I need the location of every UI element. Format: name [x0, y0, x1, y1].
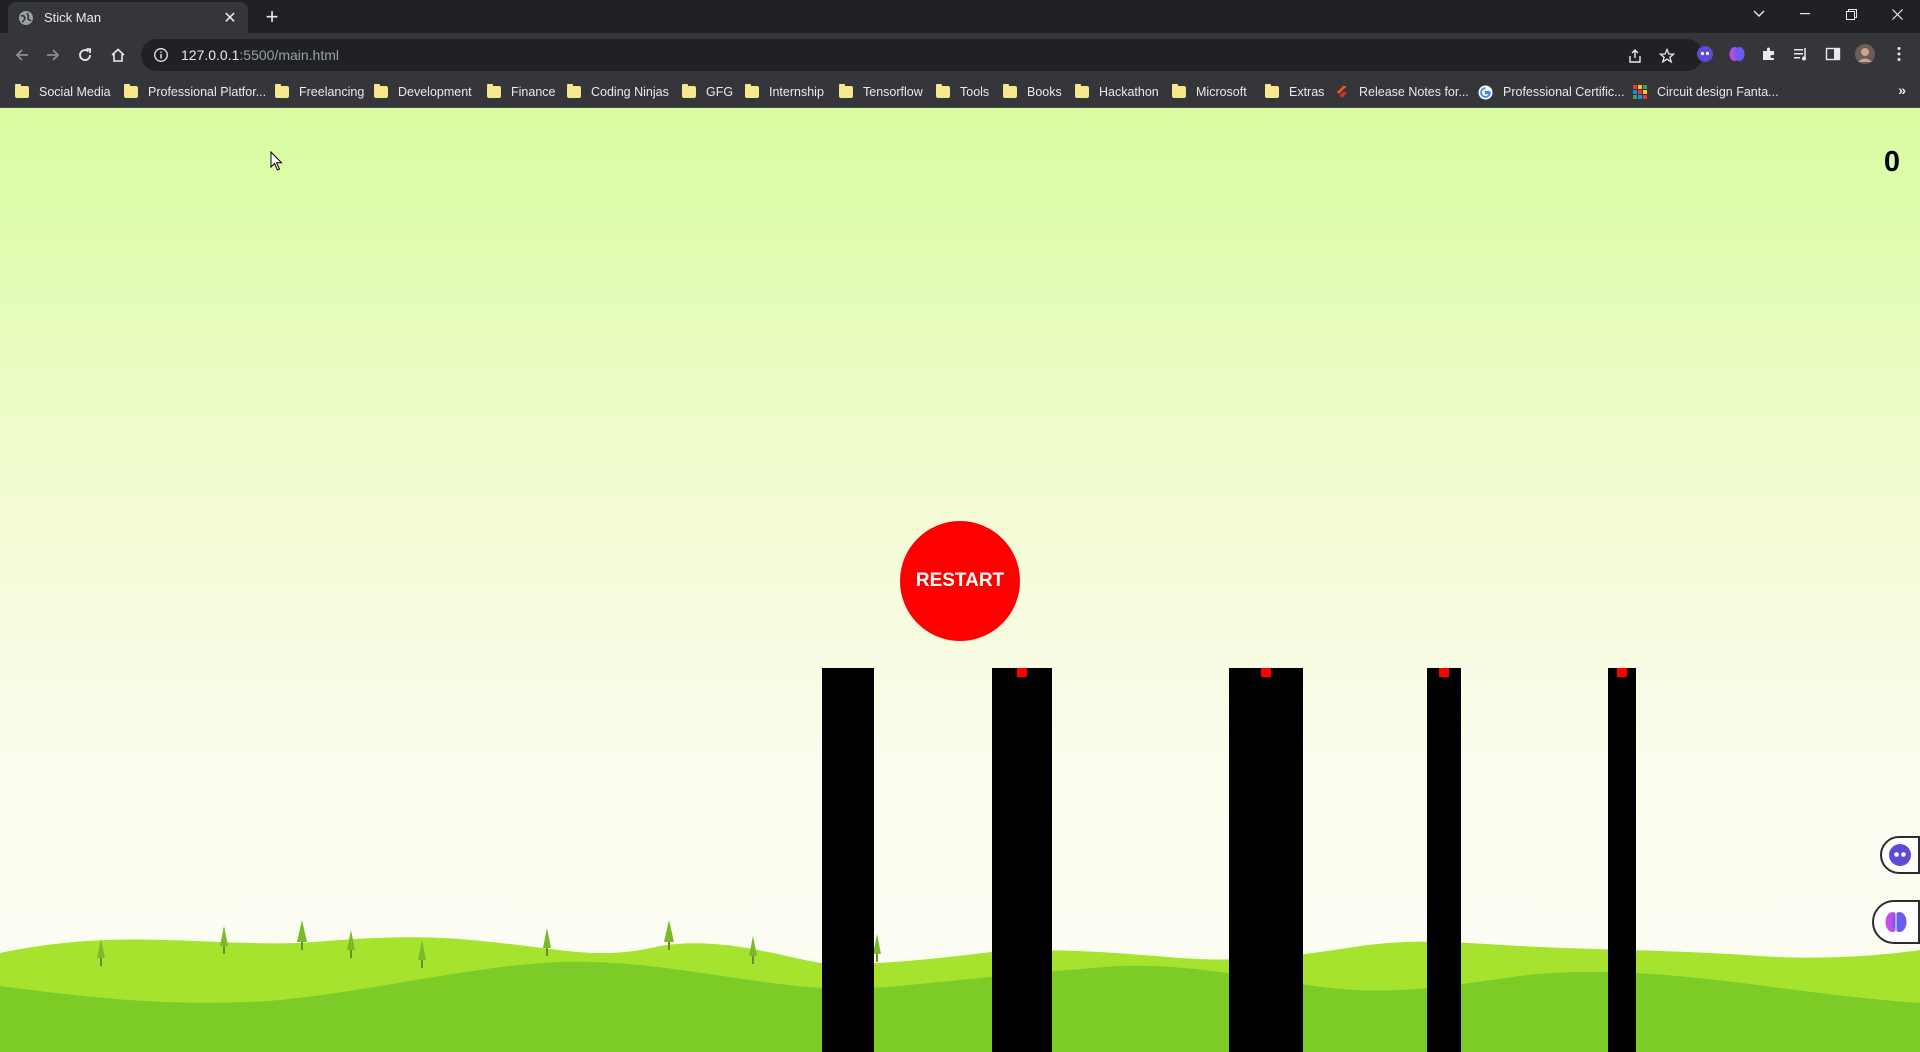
restart-button[interactable]: RESTART: [900, 521, 1020, 641]
score-display: 0: [1883, 146, 1900, 178]
bookmark-item[interactable]: Release Notes for...: [1335, 82, 1469, 102]
folder-icon: [275, 84, 289, 98]
folder-icon: [839, 84, 853, 98]
extensions-puzzle-icon[interactable]: [1757, 42, 1781, 66]
flutter-icon: [1335, 85, 1349, 99]
bookmark-label: Tensorflow: [863, 85, 923, 99]
bookmark-label: Development: [398, 85, 472, 99]
bookmark-label: Coding Ninjas: [591, 85, 669, 99]
folder-icon: [745, 84, 759, 98]
bookmark-label: Freelancing: [299, 85, 365, 99]
game-canvas[interactable]: 0 RESTART: [0, 108, 1920, 1052]
tab-title: Stick Man: [44, 10, 102, 25]
forward-icon[interactable]: [40, 42, 66, 68]
folder-icon: [682, 84, 696, 98]
browser-toolbar: 127.0.0.1:5500/main.html: [0, 33, 1920, 76]
back-icon[interactable]: [9, 42, 35, 68]
folder-icon: [487, 84, 501, 98]
bookmark-label: Books: [1027, 85, 1062, 99]
share-icon[interactable]: [1625, 46, 1645, 66]
tab-strip: Stick Man ✕ +: [0, 0, 1920, 33]
tab-close-icon[interactable]: ✕: [222, 10, 238, 27]
minimize-icon[interactable]: [1782, 0, 1828, 28]
bookmark-label: Microsoft: [1196, 85, 1247, 99]
bookmark-label: Professional Platfor...: [148, 85, 267, 99]
url-host: 127.0.0.1: [181, 47, 240, 63]
bookmark-label: Release Notes for...: [1359, 85, 1469, 99]
platform-target: [1439, 668, 1449, 677]
platform-target: [1617, 668, 1627, 677]
new-tab-icon[interactable]: +: [260, 4, 284, 29]
platform-target: [1261, 668, 1271, 677]
folder-icon: [567, 84, 581, 98]
bookmark-item[interactable]: Microsoft: [1172, 82, 1247, 102]
platform: [1229, 668, 1303, 1052]
bookmark-label: Internship: [769, 85, 824, 99]
bookmark-item[interactable]: Development: [374, 82, 472, 102]
platform-target: [1017, 668, 1027, 677]
ghost-extension-icon[interactable]: [1693, 42, 1717, 66]
folder-icon: [374, 84, 388, 98]
bookmark-item[interactable]: Finance: [487, 82, 555, 102]
google-icon: [1478, 84, 1493, 100]
folder-icon: [1172, 84, 1186, 98]
browser-tab[interactable]: Stick Man ✕: [8, 2, 248, 33]
folder-icon: [15, 84, 29, 98]
bookmark-item[interactable]: Tensorflow: [839, 82, 923, 102]
bookmark-item[interactable]: GFG: [682, 82, 733, 102]
menu-kebab-icon[interactable]: [1887, 42, 1911, 66]
side-panel-icon[interactable]: [1821, 42, 1845, 66]
more-bookmarks-icon[interactable]: »: [1898, 82, 1906, 98]
profile-avatar[interactable]: [1853, 42, 1877, 66]
bookmarks-bar: Social Media Professional Platfor... Fre…: [0, 76, 1920, 108]
globe-icon: [18, 10, 34, 26]
bookmark-item[interactable]: Circuit design Fanta...: [1633, 82, 1779, 102]
bookmark-label: Finance: [511, 85, 556, 99]
bookmark-label: Tools: [960, 85, 990, 99]
bookmark-item[interactable]: Coding Ninjas: [567, 82, 669, 102]
bookmark-item[interactable]: Social Media: [15, 82, 111, 102]
folder-icon: [1003, 84, 1017, 98]
bookmark-item[interactable]: Freelancing: [275, 82, 364, 102]
bookmark-label: Professional Certific...: [1503, 85, 1625, 99]
media-control-icon[interactable]: [1789, 42, 1813, 66]
folder-icon: [1265, 84, 1279, 98]
bookmark-label: GFG: [706, 85, 734, 99]
url-path: :5500/main.html: [239, 47, 339, 63]
bookmark-item[interactable]: Books: [1003, 82, 1062, 102]
bookmark-label: Social Media: [39, 85, 111, 99]
folder-icon: [936, 84, 950, 98]
bookmark-star-icon[interactable]: [1657, 46, 1677, 66]
restore-icon[interactable]: [1828, 0, 1874, 28]
tab-search-icon[interactable]: [1736, 0, 1782, 28]
platform: [992, 668, 1052, 1052]
site-info-icon[interactable]: [153, 47, 169, 63]
bookmark-label: Circuit design Fanta...: [1657, 85, 1779, 99]
platform: [1427, 668, 1461, 1052]
brain-extension-icon[interactable]: [1725, 42, 1749, 66]
bookmark-label: Hackathon: [1099, 85, 1159, 99]
bookmark-item[interactable]: Hackathon: [1075, 82, 1159, 102]
ghost-extension-icon[interactable]: [1880, 836, 1920, 874]
reload-icon[interactable]: [72, 42, 98, 68]
home-icon[interactable]: [105, 42, 131, 68]
bookmark-item[interactable]: Tools: [936, 82, 989, 102]
bookmark-item[interactable]: Internship: [745, 82, 824, 102]
close-window-icon[interactable]: [1874, 0, 1920, 28]
platform: [1608, 668, 1636, 1052]
platform: [822, 668, 874, 1052]
bookmark-label: Extras: [1289, 85, 1325, 99]
brain-extension-icon[interactable]: [1872, 900, 1920, 944]
tinkercad-icon: [1633, 85, 1647, 99]
folder-icon: [1075, 84, 1089, 98]
bookmark-item[interactable]: Professional Certific...: [1478, 82, 1625, 102]
mouse-cursor-icon: [270, 150, 284, 176]
bookmark-item[interactable]: Professional Platfor...: [124, 82, 266, 102]
folder-icon: [124, 84, 138, 98]
address-bar[interactable]: 127.0.0.1:5500/main.html: [141, 39, 1703, 71]
bookmark-item[interactable]: Extras: [1265, 82, 1324, 102]
